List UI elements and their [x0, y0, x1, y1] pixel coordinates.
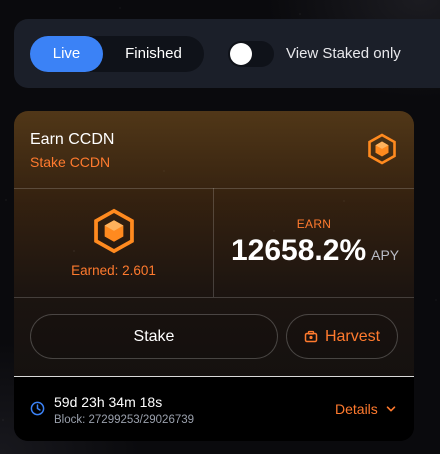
pool-subtitle: Stake CCDN — [30, 154, 111, 170]
apy-cell: EARN 12658.2% APY — [214, 188, 414, 297]
clock-icon — [30, 401, 45, 416]
details-label: Details — [335, 401, 378, 417]
details-toggle[interactable]: Details — [335, 401, 396, 417]
staked-only-toggle[interactable] — [228, 40, 274, 67]
countdown-timer: 59d 23h 34m 18s — [54, 394, 163, 410]
pool-card-footer: 59d 23h 34m 18s Block: 27299253/29026739… — [14, 376, 414, 441]
apy-row: 12658.2% APY — [231, 234, 399, 268]
pool-title: Earn CCDN — [30, 131, 115, 148]
ccdn-token-icon — [94, 208, 134, 254]
earned-cell: Earned: 2.601 — [14, 188, 213, 297]
earn-label: EARN — [296, 217, 332, 231]
harvest-button[interactable]: Harvest — [286, 314, 398, 359]
harvest-icon — [304, 330, 318, 342]
ccdn-token-icon — [368, 133, 396, 165]
filter-bar: Live Finished View Staked only — [14, 19, 440, 88]
staked-only-label: View Staked only — [286, 45, 401, 62]
block-progress: Block: 27299253/29026739 — [54, 414, 195, 426]
earned-amount: Earned: 2.601 — [71, 263, 156, 278]
chevron-down-icon — [386, 406, 396, 412]
tab-finished[interactable]: Finished — [103, 36, 204, 72]
stats-bottom-divider — [14, 297, 414, 298]
status-tabs: Live Finished — [30, 35, 204, 72]
apy-unit: APY — [371, 247, 400, 263]
harvest-label: Harvest — [324, 327, 381, 345]
tab-live[interactable]: Live — [30, 35, 103, 72]
stake-button[interactable]: Stake — [30, 314, 278, 359]
pool-card: Earn CCDN Stake CCDN Earned: 2.601 EARN … — [14, 111, 414, 441]
apy-value: 12658.2% — [231, 234, 367, 267]
toggle-knob — [230, 42, 252, 65]
pool-card-header: Earn CCDN Stake CCDN — [14, 111, 414, 188]
